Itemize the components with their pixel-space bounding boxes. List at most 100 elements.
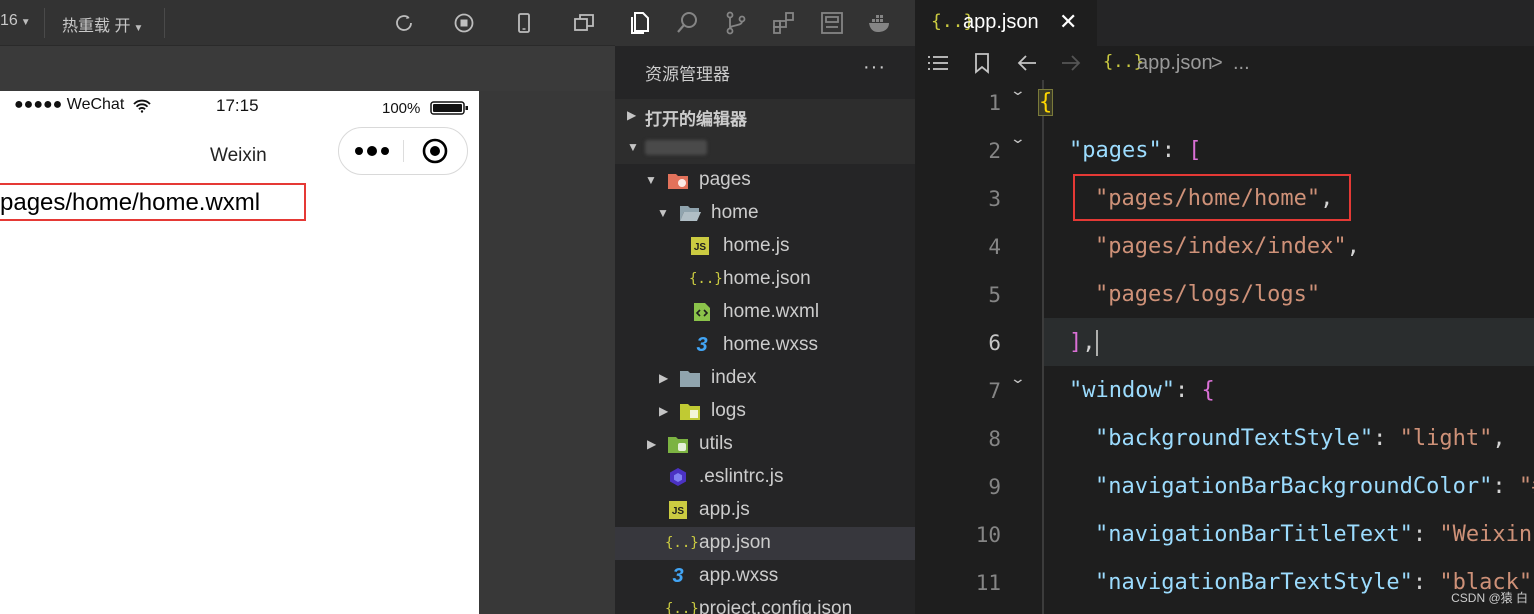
tree-item-logs[interactable]: ▶ logs: [615, 395, 915, 428]
tree-item-app-json[interactable]: {..} app.json: [615, 527, 915, 560]
chevron-down-icon: ▼: [657, 206, 669, 220]
signal-status: ●●●●● WeChat: [14, 96, 125, 113]
stop-icon[interactable]: [452, 12, 476, 34]
js-file-icon: JS: [691, 237, 709, 255]
tree-item-utils[interactable]: ▶ utils: [615, 428, 915, 461]
line-number: 8: [988, 427, 1001, 451]
tree-item-label: logs: [711, 400, 746, 421]
project-name-redacted: [645, 140, 707, 155]
wifi-icon: [133, 99, 151, 113]
tree-item-project-config[interactable]: {..} project.config.json: [615, 593, 915, 614]
highlight-box: [1073, 174, 1351, 221]
menu-capsule[interactable]: [338, 127, 468, 175]
chevron-right-icon: ▶: [659, 404, 669, 418]
tree-item-label: index: [711, 367, 757, 388]
open-editors-section[interactable]: ▶ 打开的编辑器: [615, 99, 915, 131]
detach-window-icon[interactable]: [572, 12, 596, 34]
tree-item-home-wxml[interactable]: home.wxml: [615, 296, 915, 329]
tree-item-eslintrc[interactable]: .eslintrc.js: [615, 461, 915, 494]
code-line-1: {: [1037, 89, 1054, 116]
line-number: 1: [988, 91, 1001, 115]
tree-item-label: .eslintrc.js: [699, 466, 784, 487]
tree-item-home-wxss[interactable]: 3 home.wxss: [615, 329, 915, 362]
source-control-icon[interactable]: [723, 10, 749, 36]
line-number: 6: [988, 331, 1001, 355]
line-number: 4: [988, 235, 1001, 259]
js-file-icon: JS: [669, 501, 687, 519]
eslint-icon: [670, 468, 686, 486]
files-icon[interactable]: [627, 10, 653, 36]
phone-icon[interactable]: [512, 12, 536, 34]
simulator-toolbar: 16 ▼ 热重载 开 ▼: [0, 0, 615, 46]
tree-item-app-wxss[interactable]: 3 app.wxss: [615, 560, 915, 593]
line-number: 2: [988, 139, 1001, 163]
simulator-background: [479, 91, 615, 614]
pages-folder-icon: [668, 174, 688, 189]
chevron-down-icon: ▼: [645, 173, 657, 187]
tree-item-index[interactable]: ▶ index: [615, 362, 915, 395]
tree-item-home-json[interactable]: {..} home.json: [615, 263, 915, 296]
tree-item-label: app.json: [699, 532, 771, 553]
explorer-title: 资源管理器: [645, 65, 730, 84]
logs-folder-icon: [680, 404, 700, 420]
folder-icon: [680, 371, 700, 387]
open-editors-label: 打开的编辑器: [645, 110, 747, 129]
project-root[interactable]: ▼: [615, 131, 915, 164]
chevron-down-icon: ▼: [627, 140, 639, 154]
code-area[interactable]: 1 2 3 4 5 6 7 8 9 10 11 ⌄ ⌄ ⌄ { "pages":…: [915, 0, 1534, 614]
code-line-8: "backgroundTextStyle": "light",: [1095, 426, 1506, 451]
css-file-icon: 3: [696, 334, 708, 356]
hot-reload-toggle[interactable]: 热重载 开 ▼: [62, 12, 143, 36]
highlight-box: [0, 183, 306, 221]
tree-item-label: app.wxss: [699, 565, 779, 586]
search-icon[interactable]: [675, 10, 701, 36]
chevron-right-icon: ▶: [659, 371, 669, 385]
code-editor: {..} app.json ✕ {..} app.json > ... 1 2 …: [915, 0, 1534, 614]
chevron-right-icon: ▶: [627, 108, 637, 122]
line-number: 10: [975, 523, 1001, 547]
line-number: 5: [988, 283, 1001, 307]
tree-item-label: home.wxml: [723, 301, 820, 322]
fold-chevron-icon[interactable]: ⌄: [1010, 82, 1026, 99]
json-file-icon: {..}: [665, 601, 699, 614]
status-time: 17:15: [216, 96, 259, 115]
nav-title: Weixin: [210, 145, 267, 166]
text-cursor: [1095, 330, 1098, 356]
tree-item-home[interactable]: ▼ home: [615, 197, 915, 230]
json-file-icon: {..}: [689, 271, 723, 287]
toolbar-divider: [164, 8, 165, 38]
fold-chevron-icon[interactable]: ⌄: [1010, 130, 1026, 147]
code-line-4: "pages/index/index",: [1095, 234, 1360, 259]
tree-item-app-js[interactable]: JS app.js: [615, 494, 915, 527]
close-circle-icon[interactable]: [421, 137, 449, 165]
code-line-7: "window": {: [1069, 378, 1215, 403]
tree-item-pages[interactable]: ▼ pages: [615, 164, 915, 197]
capsule-divider: [403, 140, 404, 162]
storage-icon[interactable]: [819, 10, 845, 36]
utils-folder-icon: [668, 437, 688, 453]
tree-item-label: app.js: [699, 499, 750, 520]
refresh-icon[interactable]: [392, 12, 416, 34]
version-select[interactable]: 16 ▼: [0, 12, 31, 30]
toolbar-divider: [44, 8, 45, 38]
extensions-icon[interactable]: [771, 10, 797, 36]
battery-percent: 100%: [382, 100, 421, 117]
json-file-icon: {..}: [665, 535, 699, 551]
more-dots-icon[interactable]: [353, 144, 391, 158]
more-actions-icon[interactable]: ···: [863, 56, 886, 79]
code-line-6: ],: [1069, 330, 1098, 356]
code-line-5: "pages/logs/logs": [1095, 282, 1321, 307]
line-number: 9: [988, 475, 1001, 499]
docker-icon[interactable]: [867, 10, 893, 36]
code-line-2: "pages": [: [1069, 138, 1202, 163]
line-number: 3: [988, 187, 1001, 211]
phone-screen[interactable]: ●●●●● WeChat 17:15 100% Weixin pages/hom…: [0, 91, 479, 614]
code-line-9: "navigationBarBackgroundColor": "#: [1095, 474, 1534, 499]
line-number: 11: [975, 571, 1001, 595]
tree-item-label: utils: [699, 433, 733, 454]
fold-chevron-icon[interactable]: ⌄: [1010, 370, 1026, 387]
activity-bar: [615, 0, 915, 46]
wxml-file-icon: [694, 303, 710, 321]
tree-item-home-js[interactable]: JS home.js: [615, 230, 915, 263]
folder-open-icon: [680, 206, 701, 221]
